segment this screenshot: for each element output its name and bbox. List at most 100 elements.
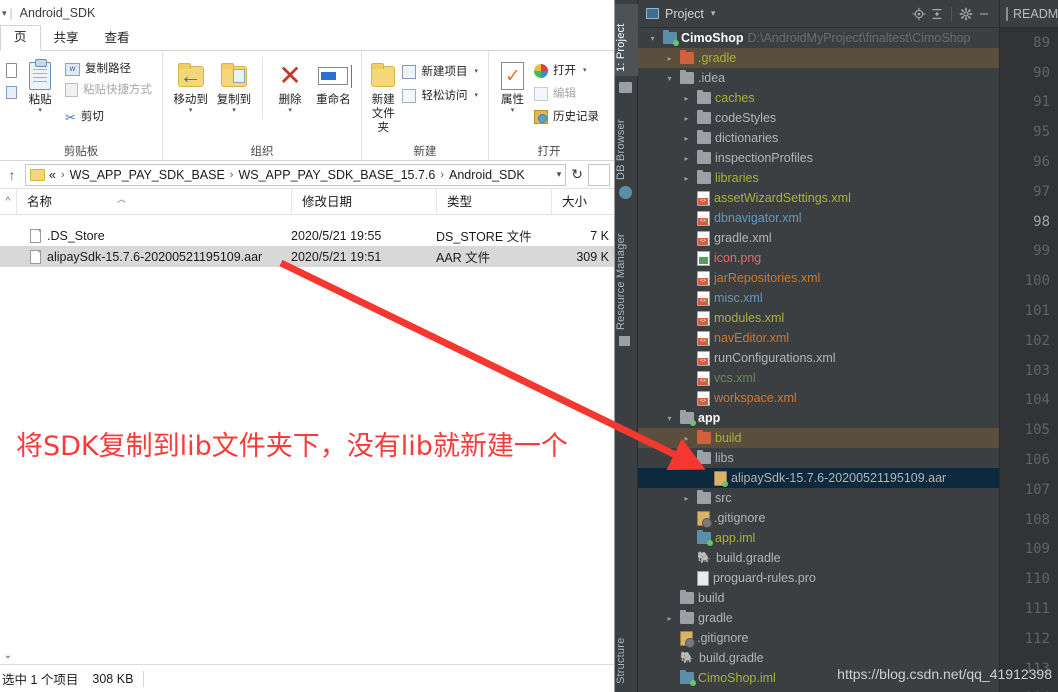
history-button[interactable]: 历史记录 — [532, 108, 603, 126]
tree-node[interactable]: app.iml — [638, 528, 999, 548]
gutter-line-number[interactable]: 105 — [1000, 415, 1058, 445]
open-button[interactable]: 打开 ▾ — [532, 62, 603, 80]
tree-node[interactable]: icon.png — [638, 248, 999, 268]
tree-node[interactable]: <> navEditor.xml — [638, 328, 999, 348]
gutter-line-number[interactable]: 112 — [1000, 624, 1058, 654]
edit-button[interactable]: 编辑 — [532, 85, 603, 103]
chevron-right-icon[interactable]: ▸ — [680, 114, 693, 123]
gutter-line-number[interactable]: 97 — [1000, 177, 1058, 207]
gutter-line-number[interactable]: 90 — [1000, 58, 1058, 88]
gutter-line-number[interactable]: 103 — [1000, 356, 1058, 386]
list-scroll-down-icon[interactable]: ⌄ — [0, 646, 16, 664]
new-item-caret-icon[interactable]: ▾ — [474, 64, 478, 80]
gutter-line-number[interactable]: 106 — [1000, 445, 1058, 475]
table-row[interactable]: .DS_Store 2020/5/21 19:55 DS_STORE 文件 7 … — [0, 225, 614, 246]
tree-node[interactable]: proguard-rules.pro — [638, 568, 999, 588]
gutter-line-number[interactable]: 99 — [1000, 237, 1058, 267]
gutter-line-number[interactable]: 111 — [1000, 594, 1058, 624]
chevron-right-icon[interactable]: ▸ — [680, 494, 693, 503]
breadcrumb-item-0[interactable]: WS_APP_PAY_SDK_BASE — [70, 168, 225, 182]
breadcrumb-bar[interactable]: « › WS_APP_PAY_SDK_BASE › WS_APP_PAY_SDK… — [25, 163, 567, 186]
tree-node[interactable]: 🐘 build.gradle — [638, 648, 999, 668]
breadcrumb-item-1[interactable]: WS_APP_PAY_SDK_BASE_15.7.6 — [238, 168, 435, 182]
gutter-line-number[interactable]: 110 — [1000, 564, 1058, 594]
list-scroll-up-icon[interactable]: ^ — [0, 196, 16, 207]
navigate-up-icon[interactable]: ↑ — [4, 167, 20, 183]
column-header-name[interactable]: 名称 ︿ — [16, 188, 291, 215]
tree-node[interactable]: 🐘 build.gradle — [638, 548, 999, 568]
chevron-right-icon[interactable]: ▸ — [680, 154, 693, 163]
easy-access-button[interactable]: 轻松访问 ▾ — [400, 87, 482, 105]
tree-node[interactable]: <> modules.xml — [638, 308, 999, 328]
tree-node[interactable]: ▾ libs — [638, 448, 999, 468]
gutter-line-number[interactable]: 108 — [1000, 505, 1058, 535]
copy-path-button[interactable]: W 复制路径 — [63, 60, 156, 78]
chevron-right-icon[interactable]: ▸ — [680, 134, 693, 143]
tree-node[interactable]: .gitignore — [638, 628, 999, 648]
column-header-size[interactable]: 大小 — [551, 188, 613, 215]
column-header-date[interactable]: 修改日期 — [291, 188, 436, 215]
delete-button[interactable]: ✕ 删除 ▾ — [268, 57, 311, 116]
paste-button[interactable]: 粘贴 ▾ — [19, 57, 61, 116]
tree-node[interactable]: ▸ .gradle — [638, 48, 999, 68]
gear-icon[interactable] — [957, 5, 975, 23]
gutter-line-number[interactable]: 95 — [1000, 117, 1058, 147]
tree-node[interactable]: <> vcs.xml — [638, 368, 999, 388]
copy-icon[interactable] — [6, 63, 17, 78]
gutter-line-number[interactable]: 102 — [1000, 326, 1058, 356]
sidebar-item-structure[interactable]: Structure — [615, 616, 638, 688]
gutter-line-number[interactable]: 107 — [1000, 475, 1058, 505]
sidebar-item-project[interactable]: 1: Project — [615, 4, 638, 76]
new-item-button[interactable]: 新建项目 ▾ — [400, 63, 482, 81]
tree-node[interactable]: ▸ gradle — [638, 608, 999, 628]
tree-node[interactable]: build — [638, 588, 999, 608]
tree-node[interactable]: ▸ caches — [638, 88, 999, 108]
tree-node[interactable]: <> gradle.xml — [638, 228, 999, 248]
collapse-all-icon[interactable] — [928, 5, 946, 23]
rename-button[interactable]: 重命名 — [312, 57, 355, 109]
quick-access-chevron-icon[interactable]: ▾ — [2, 8, 7, 19]
tree-node[interactable]: ▸ codeStyles — [638, 108, 999, 128]
search-input[interactable] — [588, 163, 610, 186]
properties-caret-icon[interactable]: ▾ — [511, 107, 515, 114]
breadcrumb-item-2[interactable]: Android_SDK — [449, 168, 525, 182]
refresh-icon[interactable]: ↻ — [571, 166, 583, 183]
chevron-right-icon[interactable]: ▸ — [680, 174, 693, 183]
chevron-down-icon[interactable]: ▾ — [663, 414, 676, 423]
gutter-line-number[interactable]: 96 — [1000, 147, 1058, 177]
chevron-down-icon[interactable]: ▾ — [646, 34, 659, 43]
move-to-caret-icon[interactable]: ▾ — [189, 107, 193, 114]
chevron-right-icon[interactable]: ▸ — [680, 434, 693, 443]
properties-button[interactable]: ✓ 属性 ▾ — [495, 57, 530, 116]
copy-to-button[interactable]: 复制到 ▾ — [212, 57, 255, 116]
gutter-line-number[interactable]: 109 — [1000, 535, 1058, 565]
copy-to-caret-icon[interactable]: ▾ — [232, 107, 236, 114]
tree-node[interactable]: ▸ build — [638, 428, 999, 448]
tree-node[interactable]: ▸ src — [638, 488, 999, 508]
gutter-line-number[interactable]: 114 — [1000, 684, 1058, 692]
tree-node[interactable]: ▾ CimoShop D:\AndroidMyProject\finaltest\C… — [638, 28, 999, 48]
table-row[interactable]: alipaySdk-15.7.6-20200521195109.aar 2020… — [0, 246, 614, 267]
tree-node[interactable]: <> workspace.xml — [638, 388, 999, 408]
tree-node[interactable]: ▸ libraries — [638, 168, 999, 188]
tree-node[interactable]: <> runConfigurations.xml — [638, 348, 999, 368]
column-header-type[interactable]: 类型 — [436, 188, 551, 215]
open-caret-icon[interactable]: ▾ — [583, 63, 587, 79]
chevron-right-icon[interactable]: ▸ — [663, 54, 676, 63]
paste-small-icon[interactable] — [6, 86, 17, 99]
gutter-line-number[interactable]: 89 — [1000, 28, 1058, 58]
tree-node[interactable]: ▸ inspectionProfiles — [638, 148, 999, 168]
tree-node[interactable]: alipaySdk-15.7.6-20200521195109.aar — [638, 468, 999, 488]
sidebar-item-resource-manager[interactable]: Resource Manager — [615, 212, 638, 334]
easy-access-caret-icon[interactable]: ▾ — [474, 88, 478, 104]
cut-button[interactable]: ✂ 剪切 — [63, 108, 156, 126]
gutter-line-number[interactable]: 91↑ — [1000, 88, 1058, 118]
chevron-down-icon[interactable]: ▾ — [711, 8, 716, 19]
locate-target-icon[interactable] — [910, 5, 928, 23]
tree-node[interactable]: <> jarRepositories.xml — [638, 268, 999, 288]
tree-node[interactable]: ▾ app — [638, 408, 999, 428]
delete-caret-icon[interactable]: ▾ — [288, 107, 292, 114]
gutter-line-number[interactable]: 101 — [1000, 296, 1058, 326]
chevron-down-icon[interactable]: ▾ — [663, 74, 676, 83]
chevron-right-icon[interactable]: ▸ — [663, 614, 676, 623]
